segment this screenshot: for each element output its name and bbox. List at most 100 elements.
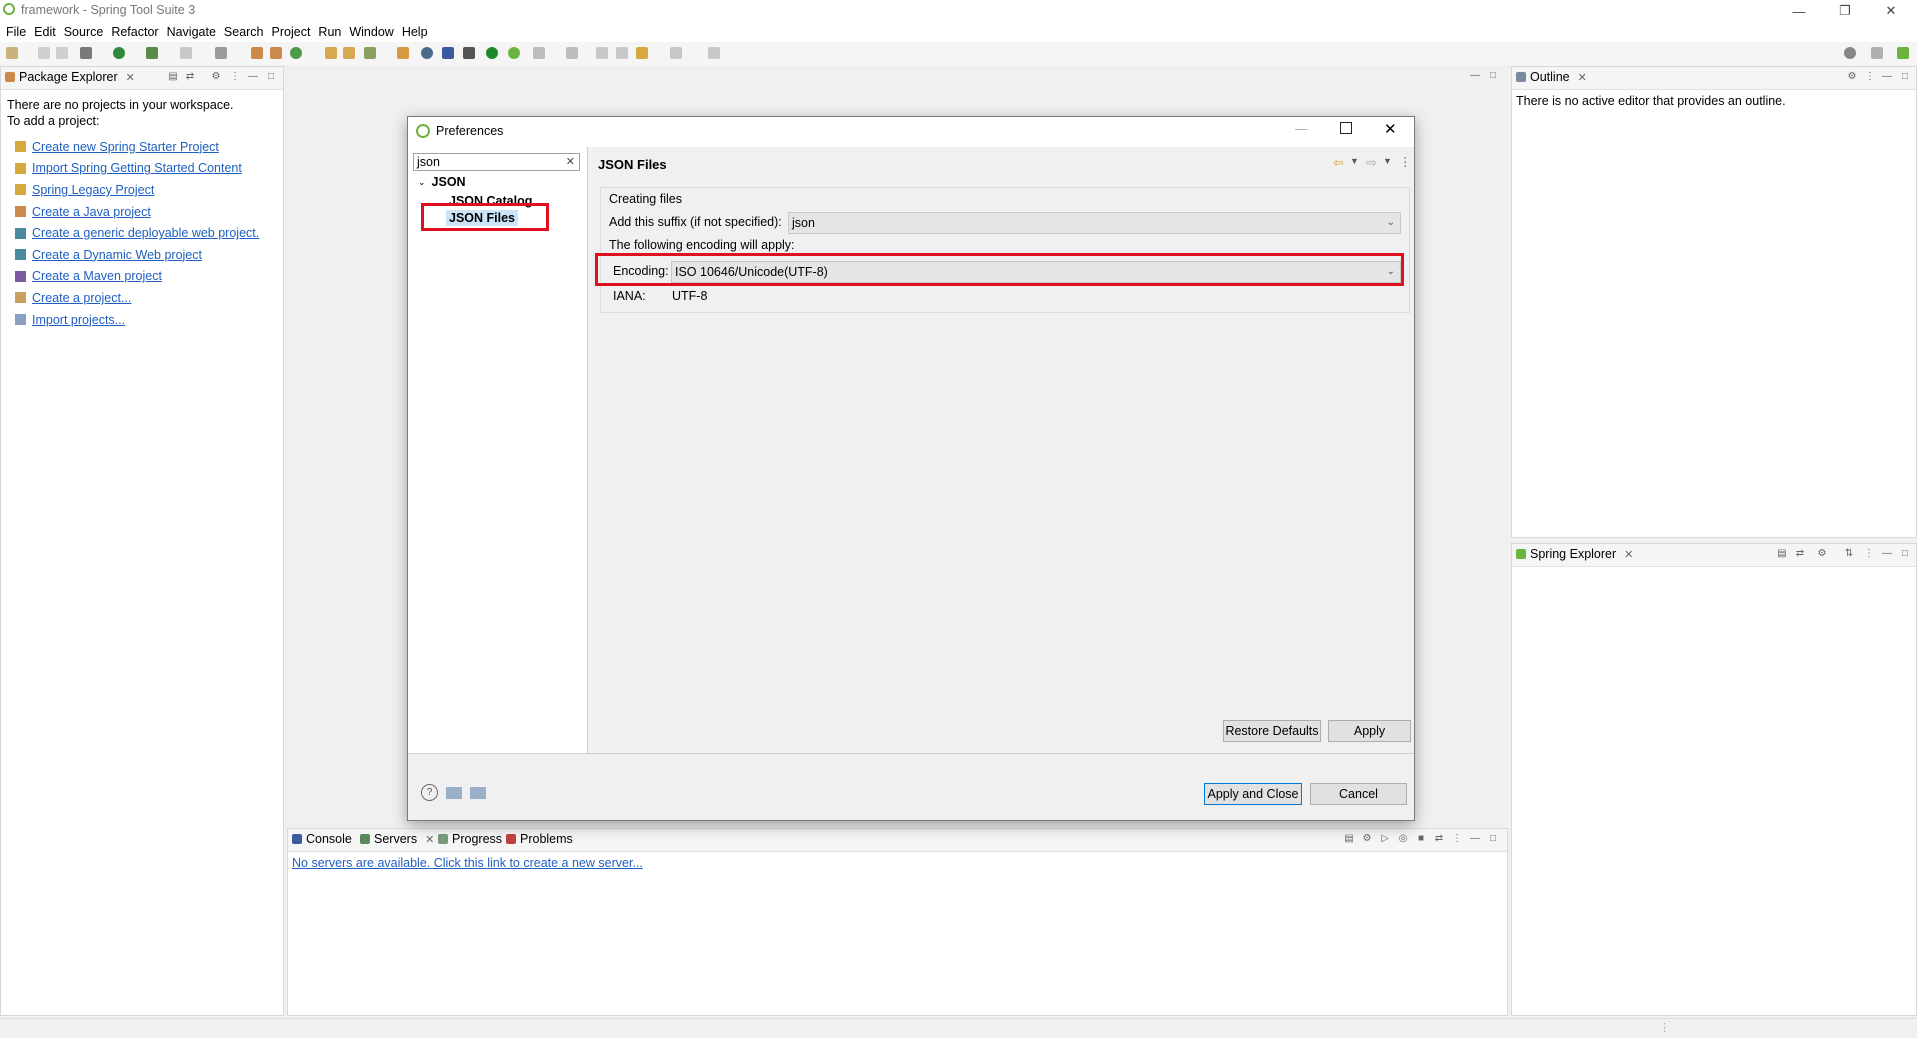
back-dropdown-icon[interactable]: ▼ — [1350, 156, 1359, 166]
link-editor-icon[interactable]: ⇄ — [185, 72, 195, 82]
create-generic-web-project-link[interactable]: Create a generic deployable web project. — [32, 226, 259, 240]
view-menu-icon[interactable]: ⋮ — [230, 72, 240, 82]
tab-progress[interactable]: Progress — [438, 832, 502, 846]
new-icon[interactable] — [6, 47, 18, 59]
minimize-icon[interactable]: — — [1882, 549, 1892, 559]
minimize-icon[interactable]: — — [1882, 72, 1892, 82]
menu-navigate[interactable]: Navigate — [167, 22, 216, 42]
tab-outline[interactable]: Outline ✕ — [1516, 70, 1587, 84]
next-annotation-icon[interactable] — [533, 47, 545, 59]
create-maven-project-link[interactable]: Create a Maven project — [32, 269, 162, 283]
menu-run[interactable]: Run — [318, 22, 341, 42]
close-icon[interactable]: ✕ — [1624, 548, 1633, 561]
back-nav-icon[interactable] — [616, 47, 628, 59]
stop-icon[interactable] — [180, 47, 192, 59]
link-item[interactable]: Import Spring Getting Started Content — [15, 158, 259, 180]
forward-arrow-icon[interactable]: ⇨ — [1366, 155, 1377, 171]
apply-button[interactable]: Apply — [1328, 720, 1411, 742]
spring-legacy-project-link[interactable]: Spring Legacy Project — [32, 183, 154, 197]
view-menu-icon[interactable]: ⋮ — [1865, 72, 1875, 82]
dialog-maximize-icon[interactable] — [1340, 122, 1352, 134]
filter-icon[interactable]: ⚙ — [211, 72, 221, 82]
restore-window-button[interactable]: ❐ — [1822, 0, 1868, 22]
tab-spring-explorer[interactable]: Spring Explorer ✕ — [1516, 547, 1633, 561]
spring-dashboard-icon[interactable] — [442, 47, 454, 59]
minimize-window-button[interactable]: — — [1776, 0, 1822, 22]
profile-server-icon[interactable]: ◎ — [1398, 834, 1408, 844]
debug-settings-icon[interactable] — [80, 47, 92, 59]
menu-edit[interactable]: Edit — [34, 22, 56, 42]
spring-icon[interactable] — [508, 47, 520, 59]
tab-servers[interactable]: Servers ✕ — [360, 832, 434, 846]
minimize-icon[interactable]: — — [1470, 834, 1480, 844]
external-tools-icon[interactable] — [215, 47, 227, 59]
focus-icon[interactable]: ⚙ — [1847, 72, 1857, 82]
editor-maximize-icon[interactable]: □ — [1488, 71, 1498, 81]
pin-editor-icon[interactable] — [708, 47, 720, 59]
prev-annotation-icon[interactable] — [566, 47, 578, 59]
clear-filter-icon[interactable]: ✕ — [566, 155, 575, 168]
dialog-close-icon[interactable]: ✕ — [1384, 120, 1397, 138]
dialog-minimize-icon[interactable]: — — [1295, 122, 1308, 136]
globe-icon[interactable] — [421, 47, 433, 59]
create-dynamic-web-link[interactable]: Create a Dynamic Web project — [32, 248, 202, 262]
stop-server-icon[interactable]: ■ — [1416, 834, 1426, 844]
create-spring-starter-link[interactable]: Create new Spring Starter Project — [32, 140, 219, 154]
forward-icon[interactable] — [670, 47, 682, 59]
run-icon[interactable] — [113, 47, 125, 59]
debug-server-icon[interactable]: ⚙ — [1362, 834, 1372, 844]
restore-defaults-button[interactable]: Restore Defaults — [1223, 720, 1321, 742]
save-all-icon[interactable] — [56, 47, 68, 59]
link-item[interactable]: Create a generic deployable web project. — [15, 222, 259, 244]
link-item[interactable]: Create a project... — [15, 287, 259, 309]
save-icon[interactable] — [38, 47, 50, 59]
search-toolbar-icon[interactable] — [364, 47, 376, 59]
filter-icon[interactable]: ⚙ — [1817, 549, 1827, 559]
tab-problems[interactable]: Problems — [506, 832, 573, 846]
link-item[interactable]: Create new Spring Starter Project — [15, 136, 259, 158]
menu-source[interactable]: Source — [64, 22, 104, 42]
collapse-all-icon[interactable]: ▤ — [168, 72, 178, 82]
close-icon[interactable]: ✕ — [126, 71, 135, 84]
collapse-icon[interactable]: ▤ — [1344, 834, 1354, 844]
open-type-icon[interactable] — [325, 47, 337, 59]
new-package-icon[interactable] — [270, 47, 282, 59]
close-window-button[interactable]: ✕ — [1868, 0, 1914, 22]
apply-and-close-button[interactable]: Apply and Close — [1204, 783, 1302, 805]
menu-help[interactable]: Help — [402, 22, 428, 42]
close-icon[interactable]: ✕ — [1578, 71, 1587, 84]
open-task-icon[interactable] — [397, 47, 409, 59]
link-item[interactable]: Create a Dynamic Web project — [15, 244, 259, 266]
create-project-link[interactable]: Create a project... — [32, 291, 131, 305]
cancel-button[interactable]: Cancel — [1310, 783, 1407, 805]
tab-package-explorer[interactable]: Package Explorer ✕ — [5, 70, 135, 84]
menu-refactor[interactable]: Refactor — [111, 22, 158, 42]
help-icon[interactable]: ? — [421, 784, 438, 801]
tree-node-json[interactable]: ⌄ JSON — [418, 175, 466, 189]
create-java-project-link[interactable]: Create a Java project — [32, 205, 151, 219]
view-menu-icon[interactable]: ⋮ — [1864, 549, 1874, 559]
link-item[interactable]: Import projects... — [15, 309, 259, 331]
boot-dashboard-icon[interactable] — [486, 47, 498, 59]
menu-search[interactable]: Search — [224, 22, 264, 42]
open-perspective-icon[interactable] — [1871, 47, 1883, 59]
publish-icon[interactable]: ⇄ — [1434, 834, 1444, 844]
chevron-down-icon[interactable]: ⌄ — [418, 177, 426, 188]
open-folder-icon[interactable] — [343, 47, 355, 59]
page-menu-icon[interactable]: ⋮ — [1399, 154, 1412, 169]
toggle-mark-icon[interactable] — [463, 47, 475, 59]
maximize-icon[interactable]: □ — [266, 72, 276, 82]
maximize-icon[interactable]: □ — [1488, 834, 1498, 844]
new-class-icon[interactable] — [290, 47, 302, 59]
filter-input[interactable]: json ✕ — [413, 153, 580, 171]
tab-console[interactable]: Console — [292, 832, 352, 846]
start-server-icon[interactable]: ▷ — [1380, 834, 1390, 844]
link-editor-icon[interactable]: ⇄ — [1795, 549, 1805, 559]
menu-project[interactable]: Project — [272, 22, 311, 42]
back-arrow-icon[interactable]: ⇦ — [1333, 155, 1344, 171]
collapse-all-icon[interactable]: ▤ — [1777, 549, 1787, 559]
import-preferences-icon[interactable] — [446, 787, 462, 799]
link-item[interactable]: Create a Maven project — [15, 266, 259, 288]
link-item[interactable]: Create a Java project — [15, 201, 259, 223]
export-preferences-icon[interactable] — [470, 787, 486, 799]
